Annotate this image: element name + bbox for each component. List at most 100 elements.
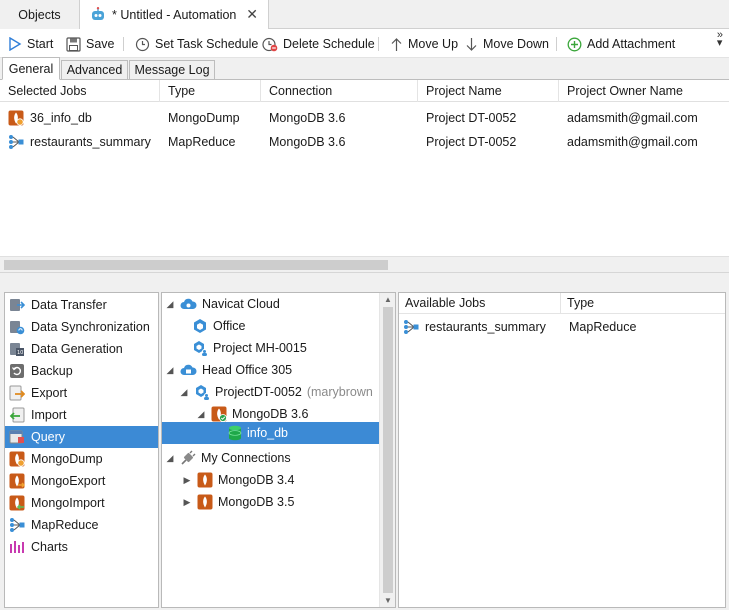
charts-icon — [9, 539, 25, 555]
list-item-mongoexport[interactable]: MongoExport — [5, 470, 158, 492]
mongodb-icon — [197, 472, 213, 488]
expanded-arrow-icon[interactable]: ◢ — [179, 387, 189, 398]
list-item-import[interactable]: Import — [5, 404, 158, 426]
job-type: MapReduce — [168, 135, 236, 149]
tree-node-label: Office — [213, 319, 246, 333]
tab-objects[interactable]: Objects — [0, 0, 80, 29]
start-label: Start — [27, 37, 54, 51]
list-item-label: Data Transfer — [31, 298, 107, 312]
list-item-export[interactable]: Export — [5, 382, 158, 404]
tree-node-label: MongoDB 3.5 — [218, 495, 295, 509]
tab-advanced[interactable]: Advanced — [61, 60, 128, 80]
expanded-arrow-icon[interactable]: ◢ — [196, 409, 206, 420]
delete-schedule-label: Delete Schedule — [283, 37, 375, 51]
list-item-mapreduce[interactable]: MapReduce — [5, 514, 158, 536]
list-item-data-transfer[interactable]: Data Transfer — [5, 294, 158, 316]
list-item-query[interactable]: Query — [5, 426, 158, 448]
list-item-mongodump[interactable]: MongoDump — [5, 448, 158, 470]
scrollbar-thumb[interactable] — [383, 307, 393, 593]
tree-node-office[interactable]: Office — [192, 315, 245, 337]
column-header-type[interactable]: Type — [561, 293, 725, 314]
tab-automation[interactable]: * Untitled - Automation ✕ — [80, 0, 269, 30]
toolbar-divider — [556, 37, 557, 51]
table-row[interactable]: 36_info_db MongoDump MongoDB 3.6 Project… — [0, 106, 729, 130]
tree-node-label: Project MH-0015 — [213, 341, 307, 355]
mongoexport-icon — [9, 473, 25, 489]
tree-node-project-dt[interactable]: ◢ ProjectDT-0052 (marybrown — [179, 381, 373, 403]
column-header-connection[interactable]: Connection — [261, 80, 418, 102]
tree-node-project-mh[interactable]: Project MH-0015 — [192, 337, 307, 359]
list-item-backup[interactable]: Backup — [5, 360, 158, 382]
tree-node-label: info_db — [247, 426, 289, 440]
column-header-available-jobs[interactable]: Available Jobs — [399, 293, 561, 314]
move-up-button[interactable]: Move Up — [390, 33, 458, 55]
column-header-project-owner[interactable]: Project Owner Name — [559, 80, 729, 102]
collapsed-arrow-icon[interactable]: ▶ — [182, 475, 192, 486]
add-attachment-button[interactable]: Add Attachment — [567, 33, 675, 55]
list-item-label: MongoImport — [31, 496, 105, 510]
scroll-up-icon[interactable]: ▲ — [384, 295, 392, 304]
tree-node-label: MongoDB 3.4 — [218, 473, 295, 487]
toolbar-overflow-icon[interactable]: » ▾ — [717, 30, 723, 49]
column-header-selected-jobs[interactable]: Selected Jobs — [0, 80, 160, 102]
tab-objects-label: Objects — [18, 7, 61, 22]
job-name: restaurants_summary — [30, 135, 151, 149]
tree-node-label: Navicat Cloud — [202, 297, 280, 311]
settings-tab-bar: General Advanced Message Log — [0, 57, 729, 80]
backup-icon — [9, 363, 25, 379]
job-name: restaurants_summary — [425, 320, 546, 334]
move-down-button[interactable]: Move Down — [465, 33, 549, 55]
tree-node-mongodb-35[interactable]: ▶ MongoDB 3.5 — [182, 491, 294, 513]
list-item-data-synchronization[interactable]: Data Synchronization — [5, 316, 158, 338]
robot-icon — [90, 6, 106, 23]
list-item-label: Export — [31, 386, 68, 400]
cloud-icon — [180, 297, 197, 312]
tree-node-navicat-cloud[interactable]: ◢ Navicat Cloud — [165, 293, 280, 315]
tab-message-log[interactable]: Message Log — [129, 60, 215, 80]
export-icon — [9, 385, 25, 401]
column-header-project-name[interactable]: Project Name — [418, 80, 559, 102]
mapreduce-icon — [9, 517, 25, 533]
tree-node-owner: (marybrown — [306, 385, 373, 399]
mapreduce-icon — [8, 134, 24, 150]
move-up-label: Move Up — [408, 37, 459, 51]
save-button[interactable]: Save — [66, 33, 115, 55]
list-item-label: Data Synchronization — [31, 320, 150, 334]
import-icon — [9, 407, 25, 423]
tree-node-head-office[interactable]: ◢ Head Office 305 — [165, 359, 293, 381]
mongodump-icon — [9, 451, 25, 467]
data-generation-icon: 101 — [9, 341, 25, 357]
list-item-charts[interactable]: Charts — [5, 536, 158, 558]
start-button[interactable]: Start — [8, 33, 53, 55]
project-icon — [192, 318, 208, 334]
tree-node-info-db[interactable]: info_db — [228, 422, 288, 444]
delete-schedule-button[interactable]: Delete Schedule — [262, 33, 375, 55]
table-row[interactable]: restaurants_summary MapReduce MongoDB 3.… — [0, 130, 729, 154]
table-header: Selected Jobs Type Connection Project Na… — [0, 80, 729, 102]
add-attachment-label: Add Attachment — [587, 37, 676, 51]
list-item-label: Query — [31, 430, 66, 444]
set-task-schedule-button[interactable]: Set Task Schedule — [135, 33, 258, 55]
list-item-data-generation[interactable]: 101 Data Generation — [5, 338, 158, 360]
column-header-type[interactable]: Type — [160, 80, 261, 102]
arrow-up-icon — [390, 37, 403, 52]
floppy-icon — [66, 36, 81, 52]
close-icon[interactable]: ✕ — [246, 6, 258, 23]
tree-node-mongodb-34[interactable]: ▶ MongoDB 3.4 — [182, 469, 294, 491]
expanded-arrow-icon[interactable]: ◢ — [165, 365, 175, 376]
horizontal-scrollbar[interactable] — [0, 256, 729, 272]
expanded-arrow-icon[interactable]: ◢ — [165, 299, 175, 310]
job-project: Project DT-0052 — [426, 111, 517, 125]
list-item-mongoimport[interactable]: MongoImport — [5, 492, 158, 514]
scrollbar-thumb[interactable] — [4, 260, 388, 270]
table-row[interactable]: restaurants_summary MapReduce — [399, 315, 725, 339]
tab-general[interactable]: General — [2, 57, 60, 80]
scroll-down-icon[interactable]: ▼ — [384, 596, 392, 605]
tree-node-my-connections[interactable]: ◢ My Connections — [165, 447, 291, 469]
list-item-label: MapReduce — [31, 518, 99, 532]
play-icon — [8, 37, 22, 51]
toolbar-divider — [123, 37, 124, 51]
vertical-scrollbar[interactable]: ▲ ▼ — [379, 293, 395, 607]
collapsed-arrow-icon[interactable]: ▶ — [182, 497, 192, 508]
expanded-arrow-icon[interactable]: ◢ — [165, 453, 175, 464]
